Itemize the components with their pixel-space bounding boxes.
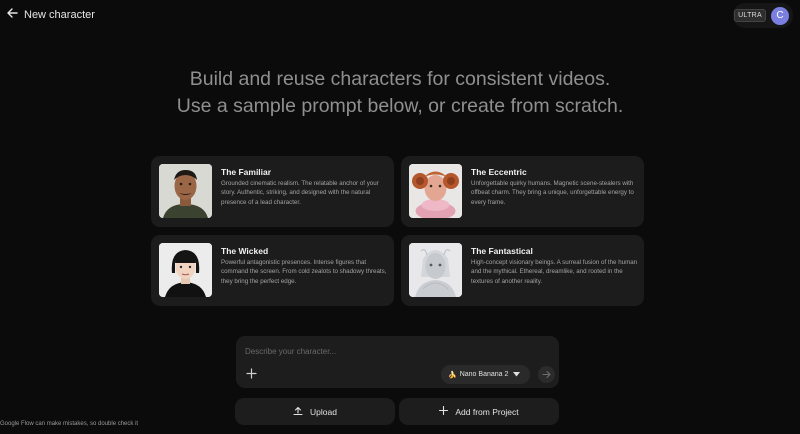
add-media-button[interactable] <box>243 367 259 383</box>
add-from-project-label: Add from Project <box>455 406 519 417</box>
account-area: ULTRA C <box>733 3 793 28</box>
page-title: New character <box>24 9 95 21</box>
sample-card-familiar[interactable]: The Familiar Grounded cinematic realism.… <box>151 156 394 227</box>
sample-card-wicked[interactable]: The Wicked Powerful antagonistic presenc… <box>151 235 394 306</box>
card-title: The Wicked <box>221 246 269 256</box>
back-button[interactable] <box>3 6 21 24</box>
wicked-portrait-image <box>159 243 212 297</box>
plus-icon <box>439 405 449 417</box>
banana-icon: 🍌 <box>448 371 457 379</box>
tier-badge: ULTRA <box>734 9 766 22</box>
model-label: Nano Banana 2 <box>459 371 509 378</box>
upload-button[interactable]: Upload <box>235 398 395 425</box>
headline-line-2: Use a sample prompt below, or create fro… <box>176 95 624 117</box>
card-title: The Familiar <box>221 167 272 177</box>
card-description: Unforgettable quirky humans. Magnetic sc… <box>471 180 634 206</box>
card-title: The Fantastical <box>471 246 533 256</box>
card-title: The Eccentric <box>471 167 527 177</box>
upload-label: Upload <box>310 406 337 417</box>
character-prompt-box: 🍌 Nano Banana 2 <box>236 336 559 388</box>
disclaimer-note: Google Flow can make mistakes, so double… <box>0 421 139 427</box>
headline: Build and reuse characters for consisten… <box>0 66 800 120</box>
upload-icon <box>293 406 303 418</box>
headline-line-1: Build and reuse characters for consisten… <box>189 68 611 90</box>
add-from-project-button[interactable]: Add from Project <box>399 398 559 425</box>
caret-down-icon <box>513 372 520 379</box>
card-description: Grounded cinematic realism. The relatabl… <box>221 180 379 206</box>
model-select[interactable]: 🍌 Nano Banana 2 <box>441 365 530 384</box>
sample-card-fantastical[interactable]: The Fantastical High-concept visionary b… <box>401 235 644 306</box>
avatar[interactable]: C <box>771 6 789 25</box>
send-button[interactable] <box>538 366 555 383</box>
eccentric-portrait-image <box>409 164 462 218</box>
arrow-right-icon <box>542 366 551 384</box>
sample-card-eccentric[interactable]: The Eccentric Unforgettable quirky human… <box>401 156 644 227</box>
familiar-portrait-image <box>159 164 212 218</box>
arrow-left-icon <box>6 6 18 24</box>
card-description: Powerful antagonistic presences. Intense… <box>221 259 387 285</box>
plus-icon <box>245 366 257 384</box>
character-description-input[interactable] <box>245 344 545 358</box>
card-description: High-concept visionary beings. A surreal… <box>471 259 638 285</box>
fantastical-portrait-image <box>409 243 462 297</box>
